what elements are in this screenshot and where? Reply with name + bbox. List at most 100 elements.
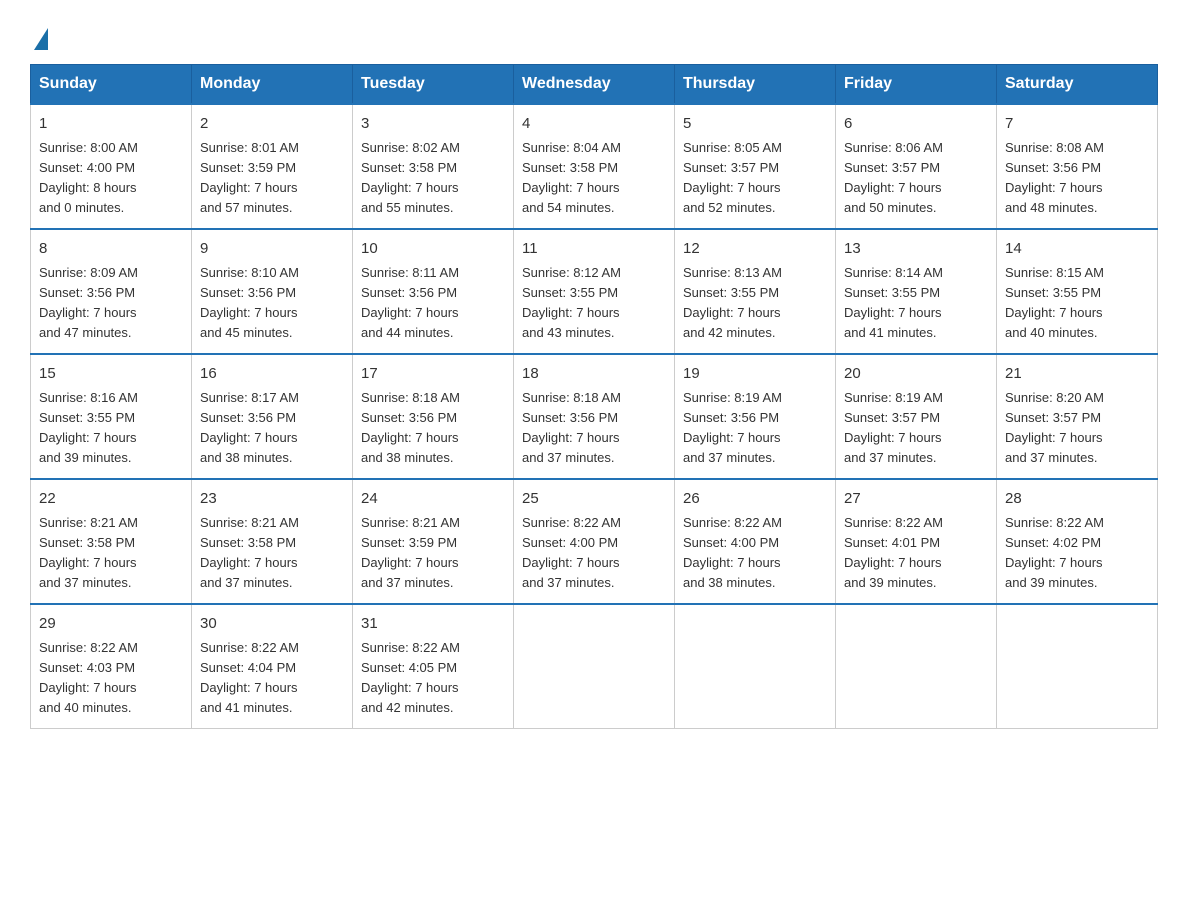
- day-info: Sunrise: 8:21 AM Sunset: 3:58 PM Dayligh…: [39, 513, 183, 594]
- day-info: Sunrise: 8:08 AM Sunset: 3:56 PM Dayligh…: [1005, 138, 1149, 219]
- calendar-cell: 28Sunrise: 8:22 AM Sunset: 4:02 PM Dayli…: [997, 479, 1158, 604]
- calendar-cell: 11Sunrise: 8:12 AM Sunset: 3:55 PM Dayli…: [514, 229, 675, 354]
- calendar-cell: 1Sunrise: 8:00 AM Sunset: 4:00 PM Daylig…: [31, 104, 192, 229]
- col-header-tuesday: Tuesday: [353, 65, 514, 105]
- calendar-cell: 21Sunrise: 8:20 AM Sunset: 3:57 PM Dayli…: [997, 354, 1158, 479]
- col-header-sunday: Sunday: [31, 65, 192, 105]
- day-info: Sunrise: 8:22 AM Sunset: 4:01 PM Dayligh…: [844, 513, 988, 594]
- day-number: 23: [200, 488, 344, 511]
- calendar-cell: 20Sunrise: 8:19 AM Sunset: 3:57 PM Dayli…: [836, 354, 997, 479]
- calendar-cell: 10Sunrise: 8:11 AM Sunset: 3:56 PM Dayli…: [353, 229, 514, 354]
- day-number: 28: [1005, 488, 1149, 511]
- calendar-cell: 26Sunrise: 8:22 AM Sunset: 4:00 PM Dayli…: [675, 479, 836, 604]
- col-header-thursday: Thursday: [675, 65, 836, 105]
- day-number: 22: [39, 488, 183, 511]
- day-info: Sunrise: 8:22 AM Sunset: 4:00 PM Dayligh…: [683, 513, 827, 594]
- day-info: Sunrise: 8:04 AM Sunset: 3:58 PM Dayligh…: [522, 138, 666, 219]
- calendar-cell: 13Sunrise: 8:14 AM Sunset: 3:55 PM Dayli…: [836, 229, 997, 354]
- day-info: Sunrise: 8:09 AM Sunset: 3:56 PM Dayligh…: [39, 263, 183, 344]
- day-number: 17: [361, 363, 505, 386]
- col-header-saturday: Saturday: [997, 65, 1158, 105]
- week-row-2: 8Sunrise: 8:09 AM Sunset: 3:56 PM Daylig…: [31, 229, 1158, 354]
- week-row-1: 1Sunrise: 8:00 AM Sunset: 4:00 PM Daylig…: [31, 104, 1158, 229]
- week-row-3: 15Sunrise: 8:16 AM Sunset: 3:55 PM Dayli…: [31, 354, 1158, 479]
- logo: [30, 24, 48, 46]
- calendar-cell: [675, 604, 836, 729]
- calendar-cell: 2Sunrise: 8:01 AM Sunset: 3:59 PM Daylig…: [192, 104, 353, 229]
- day-info: Sunrise: 8:14 AM Sunset: 3:55 PM Dayligh…: [844, 263, 988, 344]
- day-number: 4: [522, 113, 666, 136]
- day-number: 5: [683, 113, 827, 136]
- calendar-cell: 8Sunrise: 8:09 AM Sunset: 3:56 PM Daylig…: [31, 229, 192, 354]
- day-number: 24: [361, 488, 505, 511]
- day-info: Sunrise: 8:01 AM Sunset: 3:59 PM Dayligh…: [200, 138, 344, 219]
- calendar-cell: 31Sunrise: 8:22 AM Sunset: 4:05 PM Dayli…: [353, 604, 514, 729]
- calendar-cell: 6Sunrise: 8:06 AM Sunset: 3:57 PM Daylig…: [836, 104, 997, 229]
- day-info: Sunrise: 8:21 AM Sunset: 3:59 PM Dayligh…: [361, 513, 505, 594]
- day-number: 2: [200, 113, 344, 136]
- col-header-wednesday: Wednesday: [514, 65, 675, 105]
- calendar-cell: 25Sunrise: 8:22 AM Sunset: 4:00 PM Dayli…: [514, 479, 675, 604]
- day-number: 31: [361, 613, 505, 636]
- day-info: Sunrise: 8:02 AM Sunset: 3:58 PM Dayligh…: [361, 138, 505, 219]
- day-number: 25: [522, 488, 666, 511]
- calendar-cell: 16Sunrise: 8:17 AM Sunset: 3:56 PM Dayli…: [192, 354, 353, 479]
- day-info: Sunrise: 8:10 AM Sunset: 3:56 PM Dayligh…: [200, 263, 344, 344]
- day-info: Sunrise: 8:18 AM Sunset: 3:56 PM Dayligh…: [522, 388, 666, 469]
- calendar-cell: 24Sunrise: 8:21 AM Sunset: 3:59 PM Dayli…: [353, 479, 514, 604]
- calendar-cell: [997, 604, 1158, 729]
- calendar-cell: 23Sunrise: 8:21 AM Sunset: 3:58 PM Dayli…: [192, 479, 353, 604]
- day-info: Sunrise: 8:22 AM Sunset: 4:03 PM Dayligh…: [39, 638, 183, 719]
- day-number: 13: [844, 238, 988, 261]
- page-header: [30, 24, 1158, 46]
- calendar-cell: 19Sunrise: 8:19 AM Sunset: 3:56 PM Dayli…: [675, 354, 836, 479]
- day-info: Sunrise: 8:22 AM Sunset: 4:04 PM Dayligh…: [200, 638, 344, 719]
- day-info: Sunrise: 8:12 AM Sunset: 3:55 PM Dayligh…: [522, 263, 666, 344]
- calendar-cell: 22Sunrise: 8:21 AM Sunset: 3:58 PM Dayli…: [31, 479, 192, 604]
- day-info: Sunrise: 8:22 AM Sunset: 4:02 PM Dayligh…: [1005, 513, 1149, 594]
- day-number: 20: [844, 363, 988, 386]
- day-info: Sunrise: 8:17 AM Sunset: 3:56 PM Dayligh…: [200, 388, 344, 469]
- day-info: Sunrise: 8:15 AM Sunset: 3:55 PM Dayligh…: [1005, 263, 1149, 344]
- day-info: Sunrise: 8:22 AM Sunset: 4:05 PM Dayligh…: [361, 638, 505, 719]
- calendar-cell: 18Sunrise: 8:18 AM Sunset: 3:56 PM Dayli…: [514, 354, 675, 479]
- calendar-table: SundayMondayTuesdayWednesdayThursdayFrid…: [30, 64, 1158, 729]
- day-number: 26: [683, 488, 827, 511]
- day-number: 3: [361, 113, 505, 136]
- day-number: 14: [1005, 238, 1149, 261]
- day-number: 9: [200, 238, 344, 261]
- day-info: Sunrise: 8:19 AM Sunset: 3:56 PM Dayligh…: [683, 388, 827, 469]
- logo-triangle-icon: [34, 28, 48, 50]
- day-number: 27: [844, 488, 988, 511]
- day-info: Sunrise: 8:13 AM Sunset: 3:55 PM Dayligh…: [683, 263, 827, 344]
- calendar-cell: 3Sunrise: 8:02 AM Sunset: 3:58 PM Daylig…: [353, 104, 514, 229]
- day-number: 29: [39, 613, 183, 636]
- day-number: 21: [1005, 363, 1149, 386]
- calendar-cell: 14Sunrise: 8:15 AM Sunset: 3:55 PM Dayli…: [997, 229, 1158, 354]
- calendar-cell: 7Sunrise: 8:08 AM Sunset: 3:56 PM Daylig…: [997, 104, 1158, 229]
- day-info: Sunrise: 8:18 AM Sunset: 3:56 PM Dayligh…: [361, 388, 505, 469]
- calendar-cell: 5Sunrise: 8:05 AM Sunset: 3:57 PM Daylig…: [675, 104, 836, 229]
- calendar-cell: 17Sunrise: 8:18 AM Sunset: 3:56 PM Dayli…: [353, 354, 514, 479]
- calendar-cell: [836, 604, 997, 729]
- day-info: Sunrise: 8:21 AM Sunset: 3:58 PM Dayligh…: [200, 513, 344, 594]
- day-number: 19: [683, 363, 827, 386]
- col-header-friday: Friday: [836, 65, 997, 105]
- day-number: 10: [361, 238, 505, 261]
- day-number: 15: [39, 363, 183, 386]
- day-info: Sunrise: 8:20 AM Sunset: 3:57 PM Dayligh…: [1005, 388, 1149, 469]
- calendar-cell: 30Sunrise: 8:22 AM Sunset: 4:04 PM Dayli…: [192, 604, 353, 729]
- calendar-cell: 4Sunrise: 8:04 AM Sunset: 3:58 PM Daylig…: [514, 104, 675, 229]
- day-info: Sunrise: 8:11 AM Sunset: 3:56 PM Dayligh…: [361, 263, 505, 344]
- week-row-4: 22Sunrise: 8:21 AM Sunset: 3:58 PM Dayli…: [31, 479, 1158, 604]
- day-number: 7: [1005, 113, 1149, 136]
- day-number: 11: [522, 238, 666, 261]
- calendar-cell: 29Sunrise: 8:22 AM Sunset: 4:03 PM Dayli…: [31, 604, 192, 729]
- calendar-cell: 27Sunrise: 8:22 AM Sunset: 4:01 PM Dayli…: [836, 479, 997, 604]
- day-number: 8: [39, 238, 183, 261]
- week-row-5: 29Sunrise: 8:22 AM Sunset: 4:03 PM Dayli…: [31, 604, 1158, 729]
- day-number: 12: [683, 238, 827, 261]
- day-number: 18: [522, 363, 666, 386]
- calendar-cell: 15Sunrise: 8:16 AM Sunset: 3:55 PM Dayli…: [31, 354, 192, 479]
- calendar-cell: [514, 604, 675, 729]
